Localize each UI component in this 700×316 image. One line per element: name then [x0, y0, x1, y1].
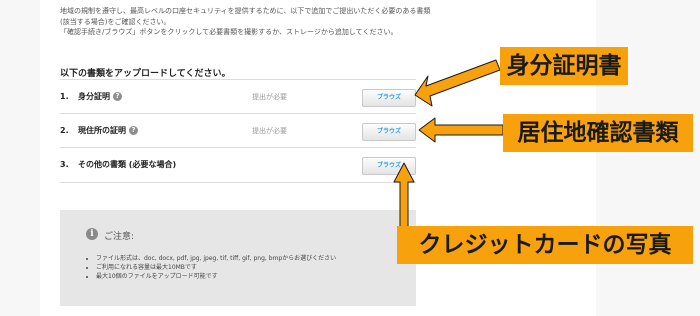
callout-credit-card-photo: クレジットカードの写真 — [397, 226, 693, 264]
arrow-to-other-browse — [393, 162, 415, 229]
callout-identity-document: 身分証明書 — [500, 47, 628, 85]
callout-residence-document: 居住地確認書類 — [503, 114, 693, 152]
arrow-to-identity-browse — [414, 59, 501, 107]
arrow-to-address-browse — [418, 117, 504, 143]
